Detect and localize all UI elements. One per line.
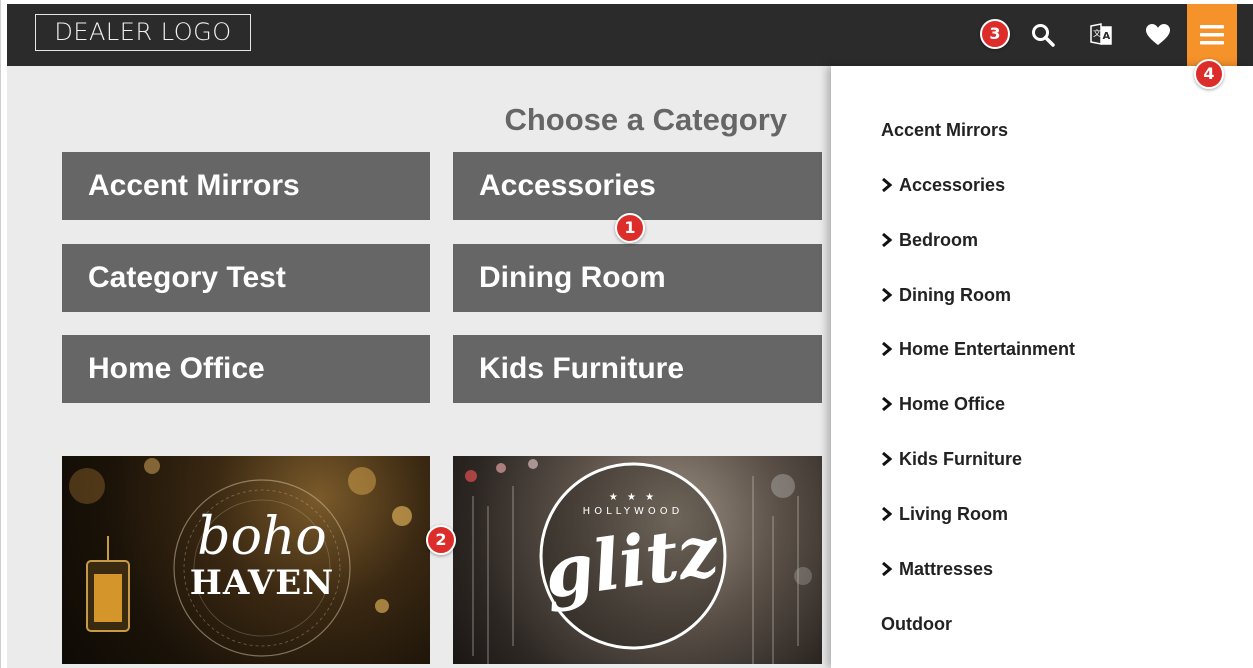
chevron-right-icon <box>881 452 899 466</box>
drawer-item-label: Mattresses <box>899 558 994 579</box>
drawer-item-home-entertainment[interactable]: Home Entertainment <box>881 337 1075 361</box>
drawer-item-accessories[interactable]: Accessories <box>881 173 1005 197</box>
category-button-accessories[interactable]: Accessories <box>453 152 822 220</box>
svg-text:★ ★ ★: ★ ★ ★ <box>609 492 657 503</box>
drawer-item-label: Kids Furniture <box>899 448 1023 469</box>
drawer-item-home-office[interactable]: Home Office <box>881 392 1005 416</box>
chevron-right-icon <box>881 288 899 302</box>
translate-button[interactable]: 文 A <box>1083 4 1119 66</box>
favorites-button[interactable] <box>1140 4 1176 66</box>
drawer-item-label: Dining Room <box>899 284 1011 305</box>
drawer-item-living-room[interactable]: Living Room <box>881 502 1008 526</box>
left-edge-divider <box>0 0 1 668</box>
search-icon <box>1032 24 1055 47</box>
chevron-right-icon <box>881 233 899 247</box>
svg-text:boho: boho <box>197 507 326 567</box>
drawer-item-accent-mirrors[interactable]: Accent Mirrors <box>881 118 1008 142</box>
drawer-item-mattresses[interactable]: Mattresses <box>881 557 993 581</box>
drawer-item-label: Home Entertainment <box>899 338 1076 359</box>
drawer-item-label: Outdoor <box>881 613 952 634</box>
svg-text:文: 文 <box>1093 28 1101 38</box>
page-title: Choose a Category <box>504 102 787 137</box>
svg-text:A: A <box>1103 31 1111 42</box>
boho-haven-artwork: boho HAVEN <box>69 458 412 657</box>
chevron-right-icon <box>881 178 899 192</box>
drawer-item-label: Bedroom <box>899 229 979 250</box>
translate-icon: 文 A <box>1090 23 1112 45</box>
category-button-dining-room[interactable]: Dining Room <box>453 244 822 312</box>
drawer-item-label: Living Room <box>899 503 1008 524</box>
category-button-home-office[interactable]: Home Office <box>62 335 430 403</box>
category-button-accent-mirrors[interactable]: Accent Mirrors <box>62 152 430 220</box>
annotation-badge-3: 3 <box>980 19 1010 49</box>
drawer-item-outdoor[interactable]: Outdoor <box>881 612 952 636</box>
annotation-badge-4: 4 <box>1194 59 1224 89</box>
drawer-item-label: Home Office <box>899 393 1006 414</box>
promo-banner-boho-haven[interactable]: boho HAVEN <box>62 456 430 664</box>
annotation-badge-2: 2 <box>426 525 456 555</box>
drawer-item-label: Accent Mirrors <box>881 119 1009 140</box>
drawer-item-bedroom[interactable]: Bedroom <box>881 228 978 252</box>
category-button-kids-furniture[interactable]: Kids Furniture <box>453 335 822 403</box>
chevron-right-icon <box>881 507 899 521</box>
category-button-category-test[interactable]: Category Test <box>62 244 430 312</box>
dealer-logo[interactable]: DEALER LOGO <box>35 14 251 51</box>
search-button[interactable] <box>1025 4 1061 66</box>
chevron-right-icon <box>881 342 899 356</box>
app-frame: DEALER LOGO 文 A Choose a Category Accent… <box>7 4 1253 668</box>
promo-banner-hollywood-glitz[interactable]: ★ ★ ★ HOLLYWOOD glitz <box>453 456 822 664</box>
annotation-badge-1: 1 <box>615 213 645 243</box>
hollywood-glitz-artwork: ★ ★ ★ HOLLYWOOD glitz <box>465 459 812 664</box>
chevron-right-icon <box>881 562 899 576</box>
category-drawer: Accent Mirrors Accessories Bedroom Dinin… <box>831 66 1253 668</box>
heart-icon <box>1146 24 1170 45</box>
hamburger-menu-button[interactable] <box>1187 4 1237 66</box>
drawer-item-label: Accessories <box>899 174 1006 195</box>
chevron-right-icon <box>881 397 899 411</box>
hamburger-menu-icon <box>1200 25 1224 45</box>
top-navigation-bar: DEALER LOGO 文 A <box>7 4 1253 66</box>
svg-text:HAVEN: HAVEN <box>190 563 334 603</box>
drawer-item-dining-room[interactable]: Dining Room <box>881 283 1011 307</box>
drawer-item-kids-furniture[interactable]: Kids Furniture <box>881 447 1022 471</box>
